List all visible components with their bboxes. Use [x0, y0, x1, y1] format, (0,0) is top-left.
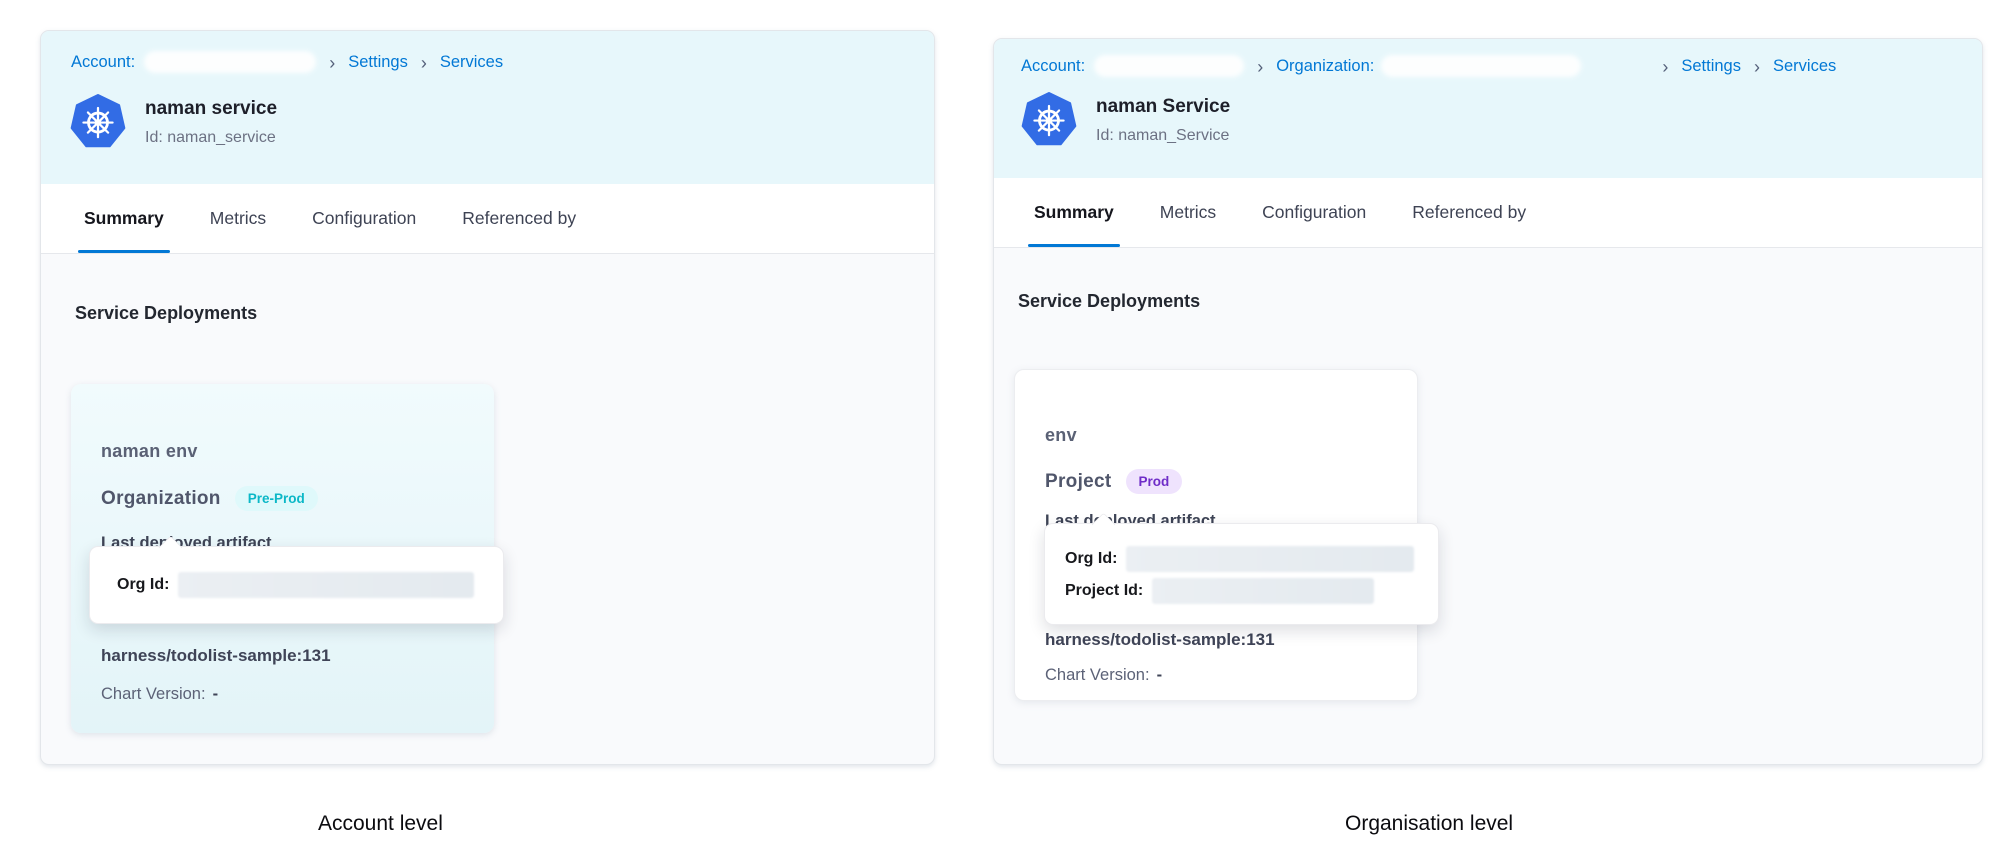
tab-summary[interactable]: Summary [84, 184, 164, 253]
org-id-label: Org Id: [117, 576, 169, 594]
account-level-panel: Account: › Settings › Services naman ser [40, 30, 935, 765]
chart-version-line: Chart Version:- [101, 685, 218, 704]
breadcrumb-settings-link[interactable]: Settings [1681, 57, 1741, 76]
breadcrumb: Account: › Organization: › Settings › Se… [1021, 55, 1836, 77]
service-title-block: naman service Id: naman_service [145, 98, 277, 147]
scope-row: Project Prod [1045, 469, 1182, 494]
breadcrumb-account-link[interactable]: Account: [71, 53, 135, 72]
project-id-label: Project Id: [1065, 582, 1143, 600]
artifact-name: harness/todolist-sample:131 [1045, 630, 1275, 650]
environment-name: env [1045, 425, 1077, 446]
screenshot-stage: Account: › Settings › Services naman ser [0, 0, 2000, 865]
breadcrumb: Account: › Settings › Services [71, 51, 503, 73]
kubernetes-icon [1021, 91, 1077, 149]
scope-label[interactable]: Project [1045, 471, 1112, 493]
tooltip-row-org: Org Id: [117, 572, 503, 598]
tab-metrics[interactable]: Metrics [1160, 178, 1216, 247]
chart-version-line: Chart Version:- [1045, 666, 1162, 685]
env-type-badge: Prod [1126, 469, 1183, 494]
section-title-service-deployments: Service Deployments [75, 303, 257, 324]
redacted-project-id [1152, 578, 1374, 604]
service-name: naman service [145, 98, 277, 120]
breadcrumb-account-link[interactable]: Account: [1021, 57, 1085, 76]
org-id-label: Org Id: [1065, 550, 1117, 568]
chevron-right-icon: › [1662, 57, 1668, 76]
tab-configuration[interactable]: Configuration [312, 184, 416, 253]
redacted-account-name [144, 51, 316, 73]
org-id-tooltip: Org Id: [89, 546, 504, 624]
breadcrumb-services-link[interactable]: Services [440, 53, 503, 72]
chevron-right-icon: › [421, 53, 427, 72]
breadcrumb-organization-link[interactable]: Organization: [1276, 57, 1374, 76]
service-title-block: naman Service Id: naman_Service [1096, 96, 1230, 145]
caption-account-level: Account level [318, 812, 443, 836]
artifact-name: harness/todolist-sample:131 [101, 646, 331, 666]
redacted-org-id [1126, 546, 1414, 572]
chart-version-label: Chart Version: [1045, 666, 1150, 684]
chevron-right-icon: › [1754, 57, 1760, 76]
environment-name: naman env [101, 441, 198, 462]
org-project-id-tooltip: Org Id: Project Id: [1044, 523, 1439, 625]
scope-label[interactable]: Organization [101, 488, 221, 510]
breadcrumb-services-link[interactable]: Services [1773, 57, 1836, 76]
chevron-right-icon: › [1257, 57, 1263, 76]
redacted-organization-name [1381, 55, 1581, 77]
scope-row: Organization Pre-Prod [101, 486, 318, 511]
env-type-badge: Pre-Prod [235, 486, 318, 511]
tab-bar: Summary Metrics Configuration Referenced… [41, 184, 934, 254]
tab-referenced-by[interactable]: Referenced by [462, 184, 576, 253]
tab-metrics[interactable]: Metrics [210, 184, 266, 253]
chevron-right-icon: › [329, 53, 335, 72]
tab-bar: Summary Metrics Configuration Referenced… [994, 178, 1982, 248]
redacted-account-name [1094, 55, 1244, 77]
chart-version-label: Chart Version: [101, 685, 206, 703]
service-title-row: naman Service Id: naman_Service [1021, 91, 1230, 149]
tab-summary[interactable]: Summary [1034, 178, 1114, 247]
caption-organisation-level: Organisation level [1345, 812, 1513, 836]
redacted-org-id [178, 572, 474, 598]
tab-referenced-by[interactable]: Referenced by [1412, 178, 1526, 247]
tooltip-row-org: Org Id: [1065, 546, 1438, 572]
service-id: Id: naman_Service [1096, 127, 1230, 145]
tab-configuration[interactable]: Configuration [1262, 178, 1366, 247]
service-id: Id: naman_service [145, 129, 277, 147]
section-title-service-deployments: Service Deployments [1018, 291, 1200, 312]
organisation-level-panel: Account: › Organization: › Settings › Se… [993, 38, 1983, 765]
service-name: naman Service [1096, 96, 1230, 118]
service-title-row: naman service Id: naman_service [70, 93, 277, 151]
chart-version-value: - [213, 685, 219, 703]
chart-version-value: - [1157, 666, 1163, 684]
kubernetes-icon [70, 93, 126, 151]
breadcrumb-settings-link[interactable]: Settings [348, 53, 408, 72]
tooltip-row-project: Project Id: [1065, 578, 1438, 604]
